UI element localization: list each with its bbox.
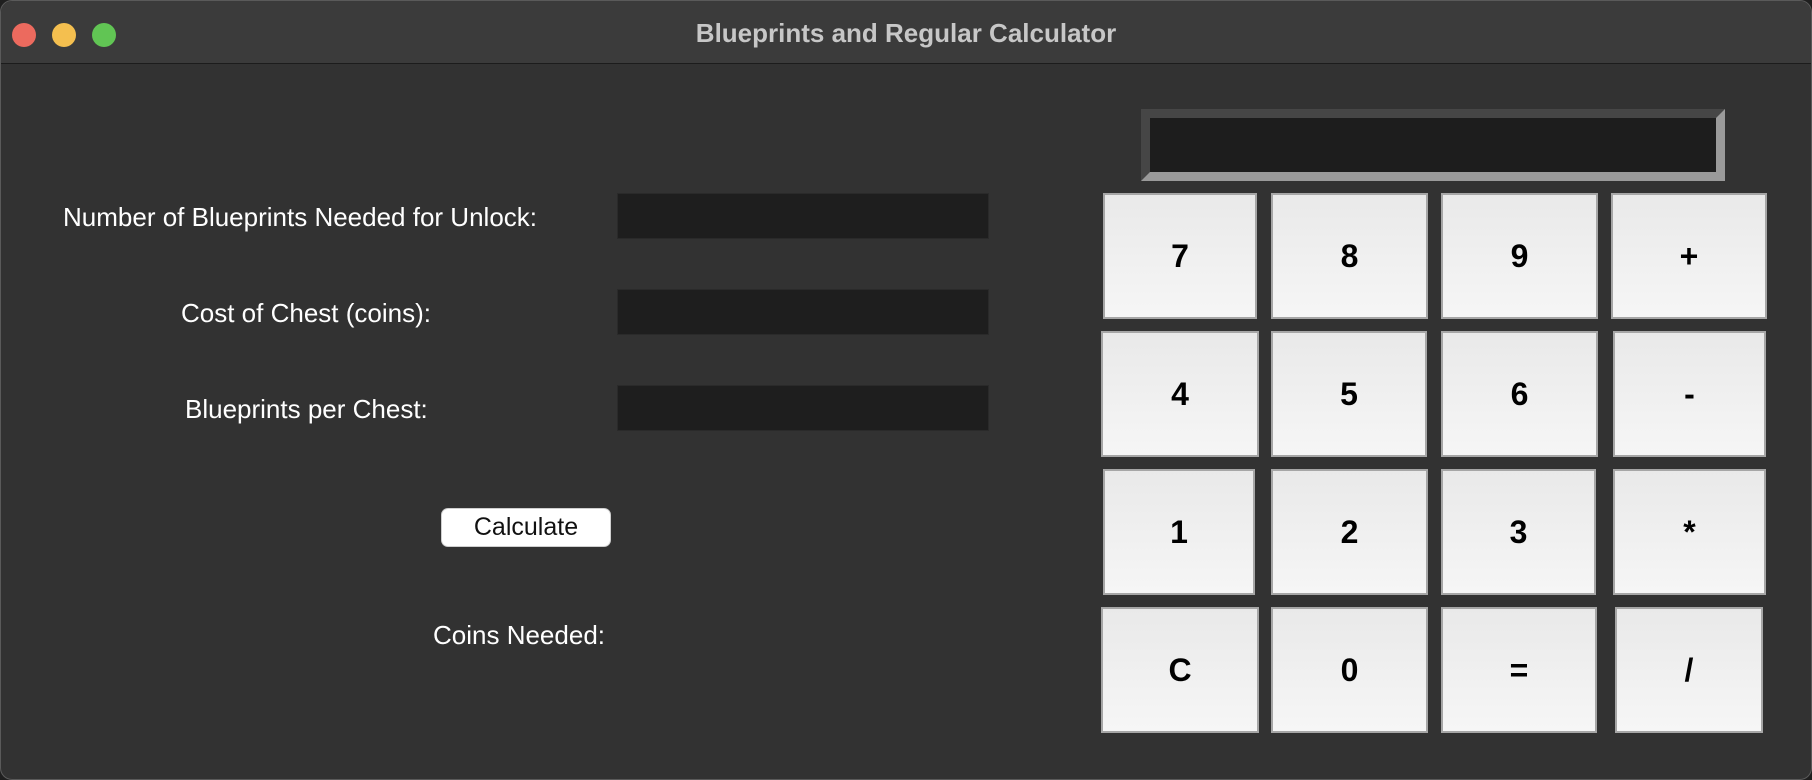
key-4[interactable]: 4 [1101, 331, 1259, 457]
key-5[interactable]: 5 [1271, 331, 1427, 457]
key-0[interactable]: 0 [1271, 607, 1428, 733]
key-8[interactable]: 8 [1271, 193, 1428, 319]
key-clear[interactable]: C [1101, 607, 1259, 733]
key-7[interactable]: 7 [1103, 193, 1257, 319]
window-title: Blueprints and Regular Calculator [695, 18, 1117, 48]
key-3[interactable]: 3 [1441, 469, 1596, 595]
key-2[interactable]: 2 [1271, 469, 1428, 595]
blueprints-needed-input[interactable] [617, 193, 989, 239]
key-divide[interactable]: / [1615, 607, 1763, 733]
app-window: Blueprints and Regular Calculator Number… [0, 0, 1812, 780]
blueprints-needed-label: Number of Blueprints Needed for Unlock: [63, 202, 538, 232]
chest-cost-input[interactable] [617, 289, 989, 335]
key-minus[interactable]: - [1613, 331, 1766, 457]
blueprints-per-chest-label: Blueprints per Chest: [185, 394, 428, 424]
key-6[interactable]: 6 [1441, 331, 1598, 457]
chest-cost-label: Cost of Chest (coins): [181, 298, 431, 328]
key-9[interactable]: 9 [1441, 193, 1598, 319]
coins-needed-label: Coins Needed: [433, 620, 605, 650]
key-equals[interactable]: = [1441, 607, 1597, 733]
title-bar[interactable]: Blueprints and Regular Calculator [1, 1, 1811, 64]
key-1[interactable]: 1 [1103, 469, 1255, 595]
key-plus[interactable]: + [1611, 193, 1767, 319]
calculator-display[interactable] [1141, 109, 1725, 181]
key-multiply[interactable]: * [1613, 469, 1766, 595]
calculate-button[interactable]: Calculate [441, 508, 611, 547]
blueprints-per-chest-input[interactable] [617, 385, 989, 431]
